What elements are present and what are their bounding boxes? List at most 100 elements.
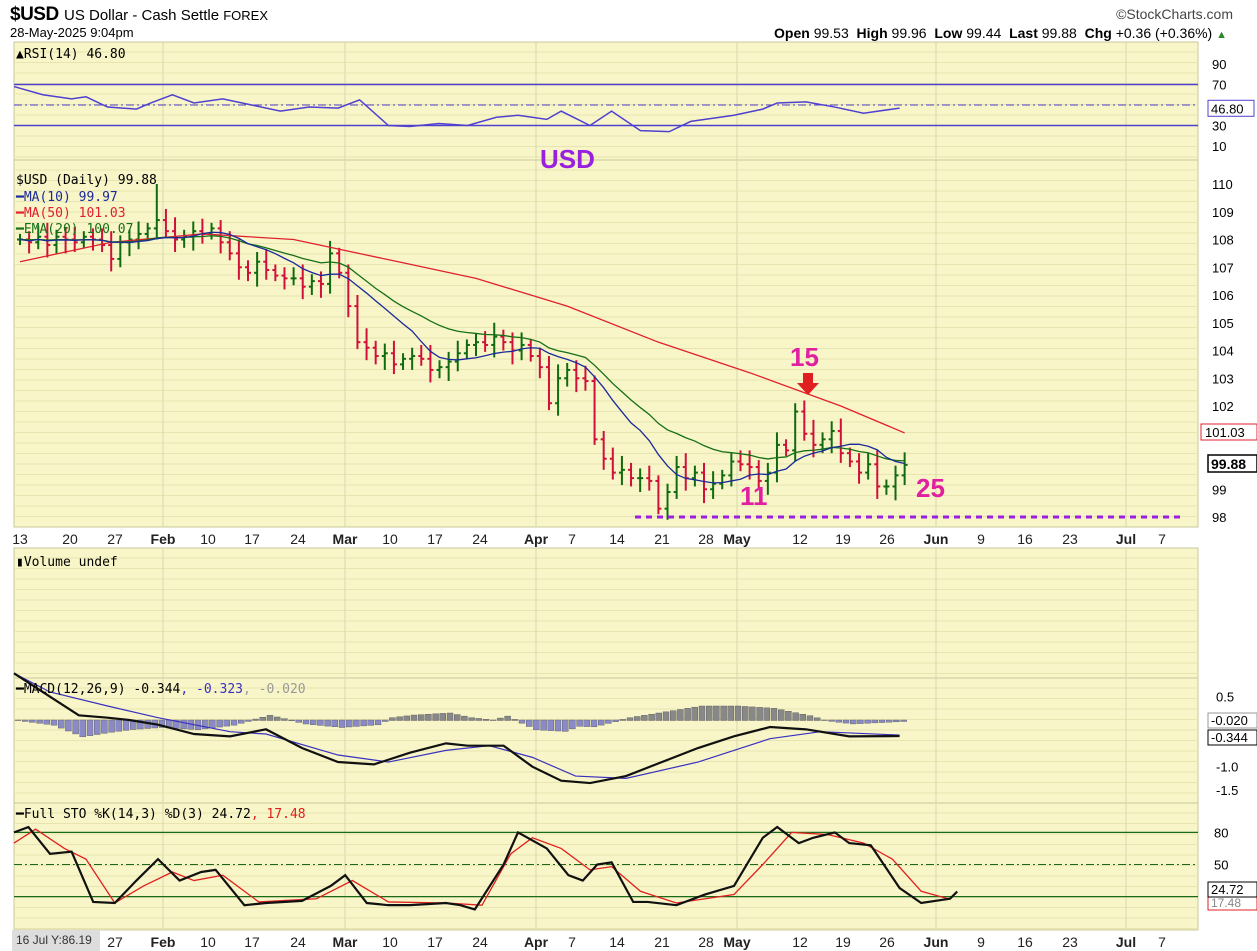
macd-histogram-bar: [72, 719, 79, 735]
macd-histogram-bar: [223, 719, 231, 727]
panel-sto: [13, 802, 1199, 931]
macd-histogram-bar: [281, 718, 288, 721]
macd-histogram-bar: [410, 714, 418, 721]
price-tick: 99: [1212, 482, 1226, 497]
macd-histogram-bar: [864, 719, 871, 724]
x-tick-label: May: [723, 531, 750, 547]
macd-histogram-bar: [893, 719, 900, 723]
macd-histogram-bar: [93, 719, 101, 735]
macd-histogram-bar: [720, 705, 727, 721]
macd-histogram-bar: [396, 716, 403, 721]
macd-histogram-bar: [749, 706, 756, 721]
x-tick-label: 14: [609, 531, 625, 547]
x-tick-label: 24: [472, 531, 488, 547]
macd-histogram-bar: [605, 719, 612, 724]
macd-histogram-bar: [835, 719, 842, 723]
x-tick-label: 9: [977, 531, 985, 547]
rsi-tick: 70: [1212, 78, 1226, 93]
price-tick: 105: [1212, 316, 1234, 331]
x-tick-label: Feb: [151, 531, 176, 547]
macd-histogram-bar: [29, 719, 36, 723]
macd-histogram-bar: [439, 713, 446, 721]
macd-histogram-bar: [274, 716, 281, 721]
panel-vol: [13, 547, 1199, 679]
x-tick-label: 24: [472, 934, 488, 950]
volume-legend: ▮Volume undef: [16, 555, 118, 570]
macd-histogram-bar: [302, 719, 310, 725]
macd-value-label: -0.344: [1211, 730, 1248, 745]
rsi-tick: 10: [1212, 139, 1226, 154]
macd-histogram-bar: [79, 719, 87, 738]
macd-tick: -1.5: [1216, 783, 1238, 798]
macd-histogram-bar: [432, 713, 439, 721]
macd-histogram-bar: [590, 719, 598, 728]
macd-histogram-bar: [598, 719, 605, 726]
macd-histogram-bar: [353, 719, 360, 727]
x-tick-label: 16: [1017, 531, 1033, 547]
macd-histogram-bar: [554, 719, 562, 732]
x-tick-label: Mar: [333, 531, 358, 547]
macd-histogram-bar: [310, 719, 317, 725]
macd-histogram-bar: [871, 719, 878, 724]
x-tick-label: 24: [290, 531, 306, 547]
low-annotation: 11: [740, 481, 768, 511]
macd-histogram-bar: [634, 716, 641, 721]
x-tick-label: Jul: [1116, 531, 1136, 547]
macd-histogram-bar: [569, 719, 576, 730]
macd-histogram-bar: [540, 719, 547, 731]
x-tick-label: 28: [698, 531, 714, 547]
last-price-label: 99.88: [1211, 456, 1246, 472]
macd-histogram-bar: [497, 717, 504, 721]
macd-histogram-bar: [317, 719, 324, 726]
macd-histogram-bar: [331, 719, 338, 728]
macd-histogram-bar: [677, 709, 684, 721]
x-tick-label: 17: [427, 934, 443, 950]
x-tick-label: 26: [879, 531, 895, 547]
macd-histogram-bar: [490, 719, 497, 721]
macd-histogram-bar: [799, 713, 806, 721]
macd-histogram-bar: [259, 716, 266, 721]
x-tick-label: 12: [792, 934, 808, 950]
x-tick-label: Apr: [524, 531, 549, 547]
macd-histogram-bar: [511, 719, 518, 721]
price-tick: 109: [1212, 205, 1234, 220]
panel-rsi: [13, 41, 1199, 161]
macd-histogram-bar: [389, 717, 396, 721]
x-tick-label: 10: [200, 531, 216, 547]
x-tick-label: 13: [12, 531, 28, 547]
crosshair-readout: 16 Jul Y:86.19: [12, 930, 100, 951]
x-tick-label: 7: [568, 531, 576, 547]
x-tick-label: 17: [244, 934, 260, 950]
macd-histogram-bar: [50, 719, 58, 726]
x-tick-label: Jun: [924, 934, 949, 950]
x-tick-label: 21: [654, 934, 670, 950]
macd-histogram-bar: [850, 719, 857, 725]
price-tick: 104: [1212, 344, 1234, 359]
price-tick: 102: [1212, 399, 1234, 414]
macd-histogram-bar: [648, 713, 655, 721]
sto-legend: ━Full STO %K(14,3) %D(3) 24.72, 17.48: [15, 807, 306, 822]
x-tick-label: 7: [1158, 531, 1166, 547]
macd-histogram-bar: [727, 705, 734, 721]
macd-histogram-bar: [756, 707, 763, 721]
price-tick: 108: [1212, 233, 1234, 248]
x-tick-label: 12: [792, 531, 808, 547]
macd-tick: 0.5: [1216, 690, 1234, 705]
macd-histogram-bar: [792, 712, 799, 721]
macd-histogram-bar: [662, 711, 670, 721]
macd-hist-label: -0.020: [1211, 713, 1248, 728]
macd-histogram-bar: [468, 717, 475, 721]
macd-histogram-bar: [641, 715, 648, 721]
ema20-legend: ━EMA(20) 100.07: [15, 222, 133, 237]
chart-canvas: 13 20 27 Feb 10 17 24 Mar 10 17 24 Apr 7 14 21 28 May 12 1…: [12, 41, 1257, 950]
x-tick-label: Apr: [524, 934, 549, 950]
macd-histogram-bar: [713, 705, 720, 721]
x-tick-label: 14: [609, 934, 625, 950]
macd-histogram-bar: [576, 719, 583, 727]
macd-histogram-bar: [814, 717, 821, 721]
x-tick-label: 26: [879, 934, 895, 950]
macd-histogram-bar: [338, 719, 346, 728]
sto-tick: 80: [1214, 825, 1228, 840]
macd-histogram-bar: [374, 719, 382, 726]
x-tick-label: May: [723, 934, 750, 950]
